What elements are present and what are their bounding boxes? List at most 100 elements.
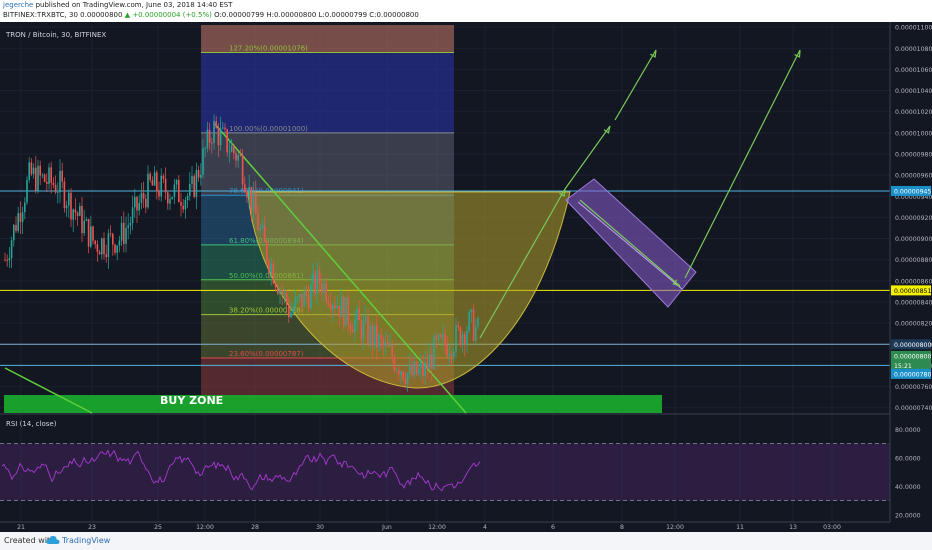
candle-body [391,345,393,359]
candle-body [191,176,193,184]
rsi-tick-label: 20.0000 [895,512,921,519]
candle-body [180,202,182,206]
candle-body [288,305,290,318]
candle-body [246,192,248,198]
candle-body [248,186,250,198]
candle-body [444,334,446,346]
candle-body [43,174,46,182]
candle-body [244,184,246,193]
author-link[interactable]: jegerche [3,1,33,9]
time-tick-label: 6 [551,524,555,531]
candle-body [15,224,17,231]
candle-body [206,129,209,149]
price-label-text: 15:21 [894,363,912,370]
candle-body [237,154,239,161]
candle-body [21,212,24,222]
candle-body [281,289,283,295]
time-tick-label: 11 [736,524,744,531]
candle-body [241,155,244,185]
candle-body [356,309,358,320]
tradingview-cloud-icon [46,535,60,547]
candle-body [371,325,374,346]
time-tick-label: Jun [381,524,392,531]
candle-body [354,319,356,333]
candle-body [466,330,468,345]
candle-body [147,173,149,208]
time-tick-label: 4 [483,524,487,531]
rsi-tick-label: 40.0000 [895,484,921,491]
candle-body [334,305,336,309]
candle-body [387,342,389,347]
candle-body [101,238,103,255]
candle-body [35,167,37,191]
price-tick-label: 0.00001000 [895,130,932,137]
candle-body [107,233,110,258]
candle-body [123,222,125,244]
candle-body [252,192,255,211]
candle-body [351,329,354,333]
candle-body [417,368,420,375]
candle-body [376,325,378,348]
fib-level-label: 23.60%(0.00000787) [229,350,304,358]
price-label-text: 0.00000851 [894,288,931,295]
price-tick-label: 0.00000920 [895,215,932,222]
candle-body [167,192,169,204]
candle-body [138,202,140,211]
candle-body [61,170,63,182]
candle-body [140,192,143,203]
candle-body [228,151,231,153]
candle-body [10,240,13,259]
chart-canvas[interactable]: 127.20%(0.00001076)100.00%(0.00001000)78… [0,22,932,532]
candle-body [393,358,396,371]
candle-body [217,127,220,146]
price-tick-label: 0.00001060 [895,67,932,74]
candle-body [129,222,132,226]
candle-body [314,273,316,295]
candle-body [131,207,134,223]
candle-body [468,312,470,331]
candle-body [87,219,90,247]
price-tick-label: 0.00000980 [895,151,932,158]
candle-body [321,283,323,294]
candle-body [156,172,158,192]
candle-body [105,254,107,258]
candle-body [13,224,15,241]
candle-body [19,213,22,222]
candle-body [411,364,413,376]
candle-body [169,198,171,204]
time-tick-label: 25 [154,524,162,531]
candle-body [219,128,222,146]
candle-body [250,186,253,211]
up-arrow-icon: ▲ [124,11,131,19]
candle-body [259,227,261,231]
candle-body [338,305,341,318]
fib-band [201,52,454,133]
candle-body [428,354,431,369]
candle-body [85,219,88,221]
candle-body [173,184,176,197]
candle-body [307,295,310,309]
candle-body [435,336,437,340]
candle-body [360,320,363,340]
candle-body [65,205,68,209]
candle-body [184,199,187,210]
candle-body [296,297,299,299]
candle-body [175,180,178,185]
candle-body [30,162,33,175]
rsi-band-fill [0,443,890,501]
candle-body [325,283,327,302]
candle-body [310,284,312,309]
candle-body [26,179,28,203]
price-tick-label: 0.00000760 [895,384,932,391]
candle-body [142,192,145,199]
tradingview-link[interactable]: TradingView [62,536,110,545]
candle-body [149,173,151,181]
rsi-title: RSI (14, close) [6,420,57,428]
candle-body [6,260,8,261]
candle-body [292,309,294,313]
candle-body [193,176,195,197]
candle-body [68,192,70,206]
candle-body [422,363,424,377]
candle-body [457,325,459,328]
candle-body [459,327,462,346]
